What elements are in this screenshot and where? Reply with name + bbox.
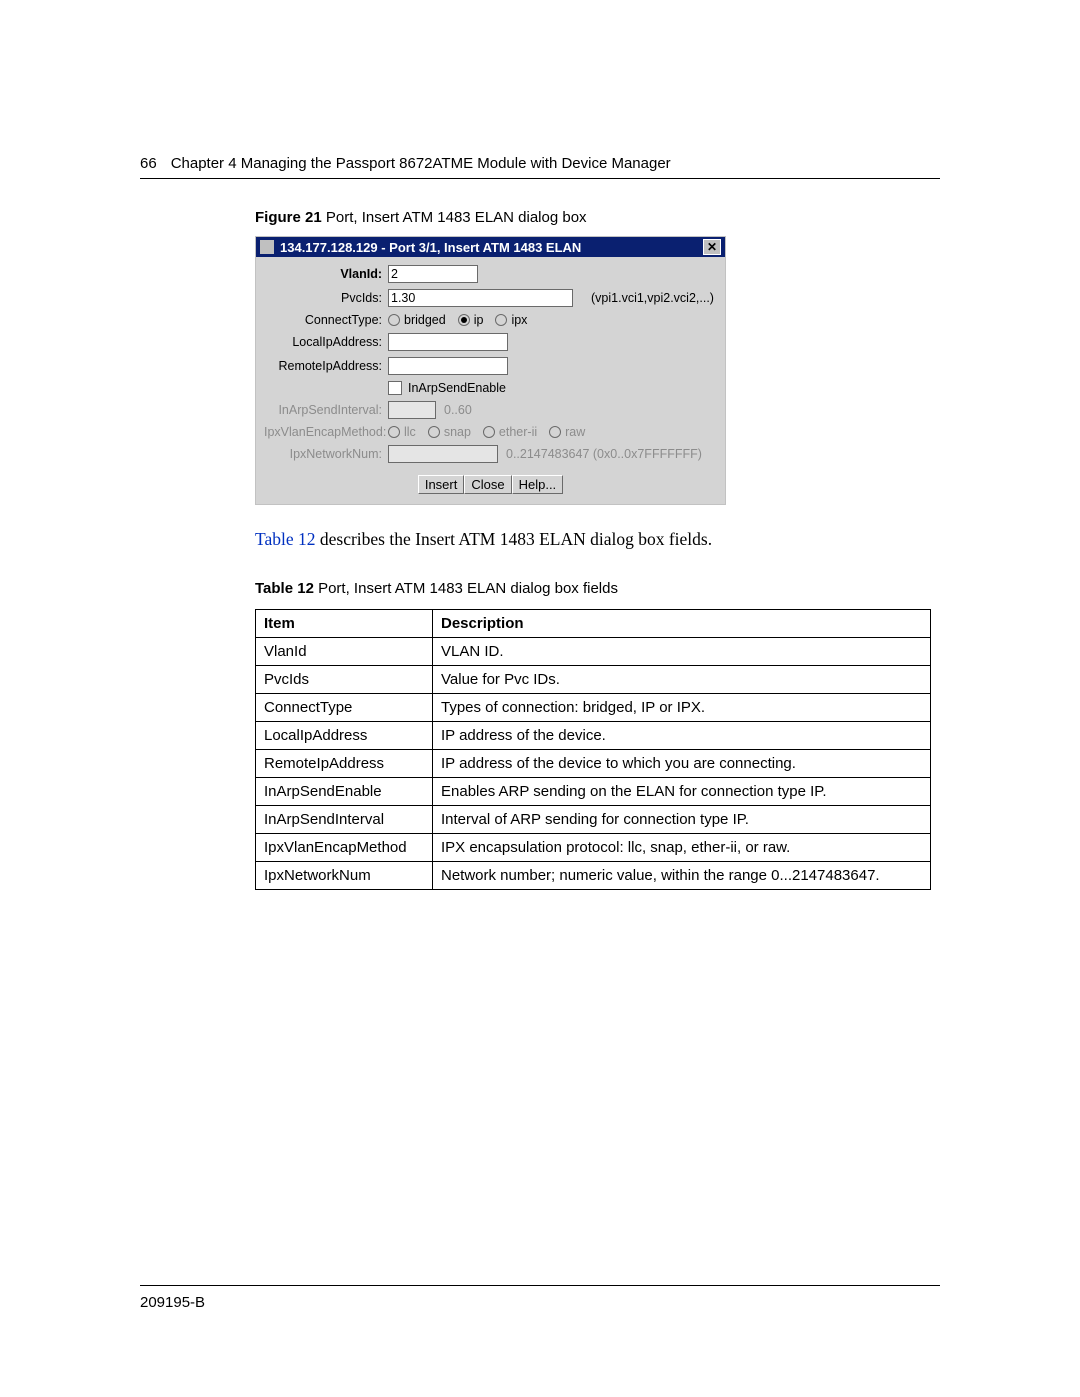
cell-item: InArpSendInterval — [256, 806, 433, 834]
localip-input[interactable] — [388, 333, 508, 351]
ipxnetworknum-input — [388, 445, 498, 463]
cell-item: IpxVlanEncapMethod — [256, 834, 433, 862]
inarpsendinterval-label: InArpSendInterval: — [264, 403, 388, 417]
cell-item: VlanId — [256, 638, 433, 666]
connecttype-bridged[interactable]: bridged — [388, 313, 446, 327]
figure-caption: Figure 21 Port, Insert ATM 1483 ELAN dia… — [255, 209, 940, 226]
table-header-row: Item Description — [256, 610, 931, 638]
cell-desc: Types of connection: bridged, IP or IPX. — [433, 694, 931, 722]
ipxnetworknum-hint: 0..2147483647 (0x0..0x7FFFFFFF) — [506, 447, 702, 461]
table-row: VlanIdVLAN ID. — [256, 638, 931, 666]
radio-label: bridged — [404, 313, 446, 327]
dialog-buttons: Insert Close Help... — [264, 475, 717, 494]
table-row: IpxNetworkNumNetwork number; numeric val… — [256, 862, 931, 890]
ipxenc-raw: raw — [549, 425, 585, 439]
radio-label: ip — [474, 313, 484, 327]
remoteip-input[interactable] — [388, 357, 508, 375]
table-row: RemoteIpAddressIP address of the device … — [256, 750, 931, 778]
cell-desc: IP address of the device. — [433, 722, 931, 750]
radio-label: ipx — [511, 313, 527, 327]
th-item: Item — [256, 610, 433, 638]
dialog-titlebar: 134.177.128.129 - Port 3/1, Insert ATM 1… — [256, 237, 725, 257]
inarpsendinterval-hint: 0..60 — [444, 403, 472, 417]
pvcids-label: PvcIds: — [264, 291, 388, 305]
table-label: Table 12 — [255, 580, 314, 597]
cell-item: LocalIpAddress — [256, 722, 433, 750]
remoteip-label: RemoteIpAddress: — [264, 359, 388, 373]
cell-item: InArpSendEnable — [256, 778, 433, 806]
figure-title: Port, Insert ATM 1483 ELAN dialog box — [322, 209, 587, 226]
dialog-body: VlanId: PvcIds: (vpi1.vci1,vpi2.vci2,...… — [256, 257, 725, 504]
localip-label: LocalIpAddress: — [264, 335, 388, 349]
header-rule — [140, 178, 940, 179]
cell-item: IpxNetworkNum — [256, 862, 433, 890]
chapter-title: Chapter 4 Managing the Passport 8672ATME… — [171, 155, 671, 172]
pvcids-input[interactable] — [388, 289, 573, 307]
cell-desc: Network number; numeric value, within th… — [433, 862, 931, 890]
inarpsendenable-checkbox[interactable] — [388, 381, 402, 395]
cell-item: RemoteIpAddress — [256, 750, 433, 778]
cell-desc: VLAN ID. — [433, 638, 931, 666]
connecttype-ip[interactable]: ip — [458, 313, 484, 327]
table-row: ConnectTypeTypes of connection: bridged,… — [256, 694, 931, 722]
cell-item: PvcIds — [256, 666, 433, 694]
dialog-insert-atm-1483-elan: 134.177.128.129 - Port 3/1, Insert ATM 1… — [255, 236, 726, 505]
dialog-title: 134.177.128.129 - Port 3/1, Insert ATM 1… — [280, 240, 703, 255]
cell-desc: IPX encapsulation protocol: llc, snap, e… — [433, 834, 931, 862]
pvcids-hint: (vpi1.vci1,vpi2.vci2,...) — [591, 291, 714, 305]
help-button[interactable]: Help... — [512, 475, 564, 494]
cell-item: ConnectType — [256, 694, 433, 722]
table-title: Port, Insert ATM 1483 ELAN dialog box fi… — [314, 580, 618, 597]
cell-desc: Interval of ARP sending for connection t… — [433, 806, 931, 834]
insert-button[interactable]: Insert — [418, 475, 465, 494]
radio-label: raw — [565, 425, 585, 439]
ipxnetworknum-label: IpxNetworkNum: — [264, 447, 388, 461]
connecttype-radios: bridged ip ipx — [388, 313, 527, 327]
page-header: 66 Chapter 4 Managing the Passport 8672A… — [140, 155, 940, 172]
body-paragraph-text: describes the Insert ATM 1483 ELAN dialo… — [316, 529, 713, 549]
connecttype-label: ConnectType: — [264, 313, 388, 327]
table-row: InArpSendEnableEnables ARP sending on th… — [256, 778, 931, 806]
radio-label: ether-ii — [499, 425, 537, 439]
ipxenc-snap: snap — [428, 425, 471, 439]
table-row: InArpSendIntervalInterval of ARP sending… — [256, 806, 931, 834]
radio-label: snap — [444, 425, 471, 439]
footer-rule — [140, 1285, 940, 1286]
radio-label: llc — [404, 425, 416, 439]
ipxenc-etherii: ether-ii — [483, 425, 537, 439]
figure-label: Figure 21 — [255, 209, 322, 226]
inarpsendinterval-input — [388, 401, 436, 419]
table-caption: Table 12 Port, Insert ATM 1483 ELAN dial… — [255, 580, 940, 597]
table-crossref-link[interactable]: Table 12 — [255, 529, 316, 549]
ipxvlanencap-label: IpxVlanEncapMethod: — [264, 425, 388, 439]
connecttype-ipx[interactable]: ipx — [495, 313, 527, 327]
body-paragraph: Table 12 describes the Insert ATM 1483 E… — [255, 529, 940, 550]
fields-table: Item Description VlanIdVLAN ID. PvcIdsVa… — [255, 609, 931, 890]
page-number: 66 — [140, 155, 157, 172]
close-icon[interactable]: ✕ — [703, 239, 721, 255]
table-row: PvcIdsValue for Pvc IDs. — [256, 666, 931, 694]
cell-desc: Enables ARP sending on the ELAN for conn… — [433, 778, 931, 806]
ipxenc-llc: llc — [388, 425, 416, 439]
page-footer: 209195-B — [140, 1285, 940, 1311]
cell-desc: Value for Pvc IDs. — [433, 666, 931, 694]
table-row: LocalIpAddressIP address of the device. — [256, 722, 931, 750]
window-icon — [260, 240, 274, 254]
vlanid-label: VlanId: — [264, 267, 388, 281]
doc-id: 209195-B — [140, 1294, 940, 1311]
cell-desc: IP address of the device to which you ar… — [433, 750, 931, 778]
vlanid-input[interactable] — [388, 265, 478, 283]
table-row: IpxVlanEncapMethodIPX encapsulation prot… — [256, 834, 931, 862]
th-description: Description — [433, 610, 931, 638]
close-button[interactable]: Close — [464, 475, 511, 494]
ipxvlanencap-radios: llc snap ether-ii raw — [388, 425, 585, 439]
inarpsendenable-label: InArpSendEnable — [408, 381, 506, 395]
